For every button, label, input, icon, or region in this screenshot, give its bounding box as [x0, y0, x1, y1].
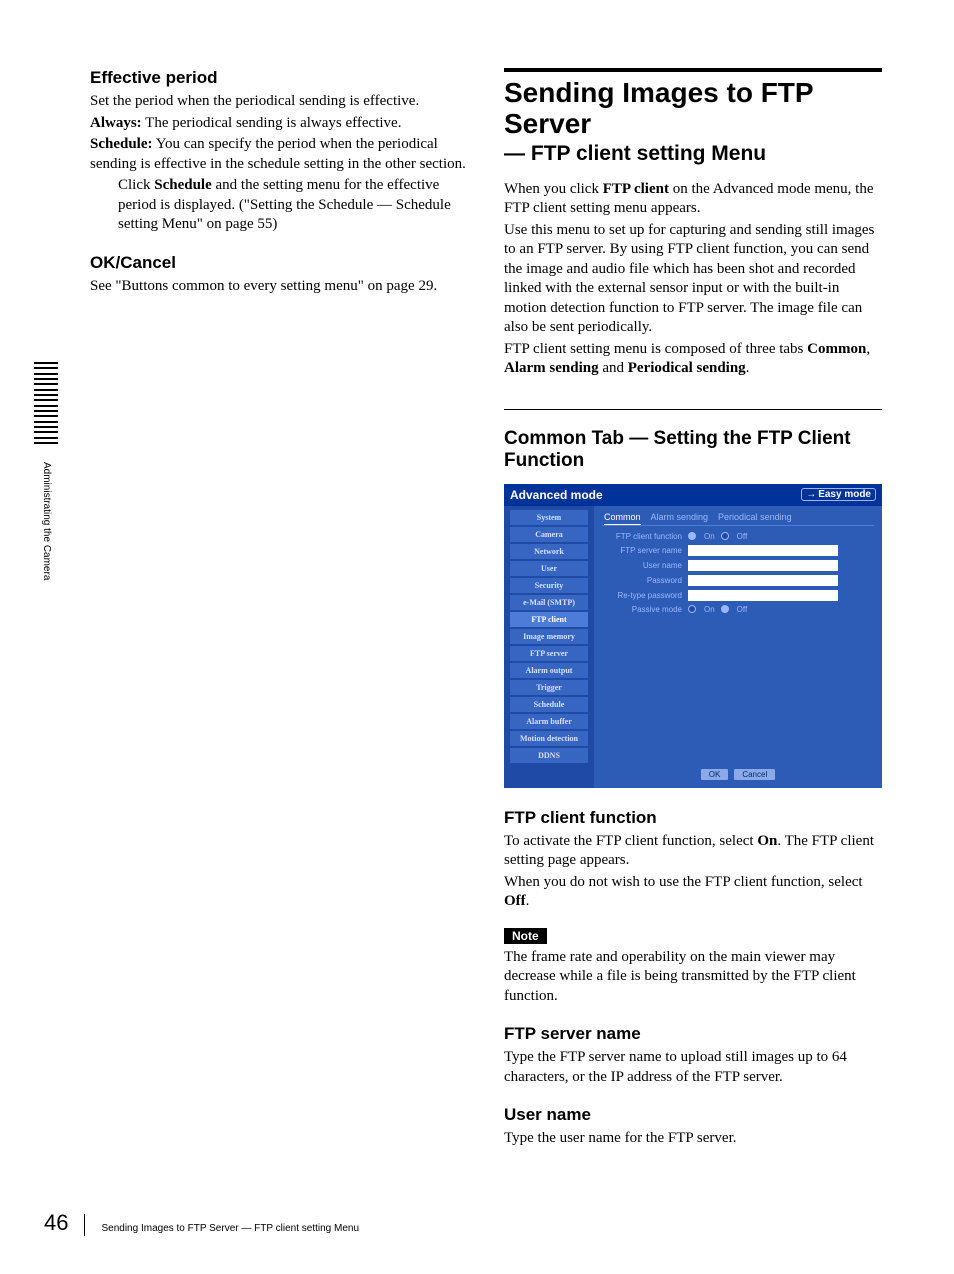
input-password[interactable]: [688, 575, 838, 586]
heavy-rule: [504, 68, 882, 72]
heading-effective-period: Effective period: [90, 68, 468, 88]
sidebar-item-e-mail-smtp-[interactable]: e-Mail (SMTP): [510, 595, 588, 610]
input-user-name[interactable]: [688, 560, 838, 571]
shot-footer: OK Cancel: [594, 769, 882, 780]
page-title: Sending Images to FTP Server: [504, 78, 882, 140]
sidebar-item-schedule[interactable]: Schedule: [510, 697, 588, 712]
text-effective-intro: Set the period when the periodical sendi…: [90, 92, 468, 112]
sidebar-item-network[interactable]: Network: [510, 544, 588, 559]
lbl-retype-password: Re-type password: [604, 591, 682, 600]
term-always: Always:: [90, 115, 142, 131]
side-tab: Administrating the Camera: [34, 362, 60, 626]
shot-header: Advanced mode →Easy mode: [504, 484, 882, 506]
sidebar-item-ftp-client[interactable]: FTP client: [510, 612, 588, 627]
easy-mode-button[interactable]: →Easy mode: [801, 488, 876, 501]
text-ftpfunc-2: When you do not wish to use the FTP clie…: [504, 873, 882, 912]
input-retype-password[interactable]: [688, 590, 838, 601]
page-footer: 46 Sending Images to FTP Server — FTP cl…: [44, 1210, 359, 1236]
tab-periodical-sending[interactable]: Periodical sending: [718, 512, 792, 525]
sidebar-item-motion-detection[interactable]: Motion detection: [510, 731, 588, 746]
left-column: Effective period Set the period when the…: [90, 60, 468, 1151]
cancel-button[interactable]: Cancel: [734, 769, 775, 780]
text-user-name: Type the user name for the FTP server.: [504, 1129, 882, 1149]
side-tab-bars: [34, 362, 58, 444]
sidebar-item-alarm-buffer[interactable]: Alarm buffer: [510, 714, 588, 729]
def-always: Always: The periodical sending is always…: [90, 114, 468, 134]
intro-1: When you click FTP client on the Advance…: [504, 180, 882, 219]
sidebar-item-system[interactable]: System: [510, 510, 588, 525]
shot-mode-title: Advanced mode: [510, 488, 603, 502]
footer-crumb: Sending Images to FTP Server — FTP clien…: [101, 1223, 359, 1236]
text-ftpfunc-1: To activate the FTP client function, sel…: [504, 832, 882, 871]
shot-form: FTP client function On Off FTP server na…: [594, 532, 882, 614]
page-number: 46: [44, 1210, 68, 1236]
radio-on-icon[interactable]: [688, 532, 696, 540]
heading-common-tab: Common Tab — Setting the FTP Client Func…: [504, 428, 882, 472]
sidebar-item-camera[interactable]: Camera: [510, 527, 588, 542]
sidebar-item-user[interactable]: User: [510, 561, 588, 576]
intro-3: FTP client setting menu is composed of t…: [504, 340, 882, 379]
text-ok-cancel: See "Buttons common to every setting men…: [90, 277, 468, 297]
thin-rule: [504, 409, 882, 410]
lbl-server-name: FTP server name: [604, 546, 682, 555]
sidebar-item-security[interactable]: Security: [510, 578, 588, 593]
lbl-ftp-func: FTP client function: [604, 532, 682, 541]
radio-off-icon[interactable]: [721, 532, 729, 540]
text-always: The periodical sending is always effecti…: [142, 115, 402, 131]
shot-tabs: Common Alarm sending Periodical sending: [594, 506, 882, 525]
sidebar-item-alarm-output[interactable]: Alarm output: [510, 663, 588, 678]
lbl-passive: Passive mode: [604, 605, 682, 614]
sidebar-item-image-memory[interactable]: Image memory: [510, 629, 588, 644]
footer-divider: [84, 1214, 85, 1236]
arrow-right-icon: →: [806, 489, 816, 500]
lbl-password: Password: [604, 576, 682, 585]
heading-user-name: User name: [504, 1105, 882, 1125]
heading-ftp-server-name: FTP server name: [504, 1024, 882, 1044]
ok-button[interactable]: OK: [701, 769, 729, 780]
text-schedule-click: Click Schedule and the setting menu for …: [118, 176, 468, 235]
lbl-user-name: User name: [604, 561, 682, 570]
def-schedule: Schedule: You can specify the period whe…: [90, 135, 468, 174]
note-text: The frame rate and operability on the ma…: [504, 948, 882, 1007]
shot-sidebar: System Camera Network User Security e-Mail (S…: [504, 506, 594, 788]
right-column: Sending Images to FTP Server — FTP clien…: [504, 60, 882, 1151]
page-subtitle: — FTP client setting Menu: [504, 142, 882, 166]
radio-passive-on-icon[interactable]: [688, 605, 696, 613]
side-tab-label: Administrating the Camera: [41, 462, 52, 580]
shot-main: Common Alarm sending Periodical sending FT…: [594, 506, 882, 788]
note-label: Note: [504, 928, 547, 944]
term-schedule: Schedule:: [90, 136, 153, 152]
tab-alarm-sending[interactable]: Alarm sending: [651, 512, 709, 525]
radio-passive-off-icon[interactable]: [721, 605, 729, 613]
heading-ok-cancel: OK/Cancel: [90, 253, 468, 273]
heading-ftp-client-function: FTP client function: [504, 808, 882, 828]
tab-common[interactable]: Common: [604, 512, 641, 525]
ui-screenshot: Advanced mode →Easy mode System Camera Net…: [504, 484, 882, 788]
sidebar-item-trigger[interactable]: Trigger: [510, 680, 588, 695]
sidebar-item-ddns[interactable]: DDNS: [510, 748, 588, 763]
text-ftp-server-name: Type the FTP server name to upload still…: [504, 1048, 882, 1087]
intro-2: Use this menu to set up for capturing an…: [504, 221, 882, 338]
sidebar-item-ftp-server[interactable]: FTP server: [510, 646, 588, 661]
input-server-name[interactable]: [688, 545, 838, 556]
